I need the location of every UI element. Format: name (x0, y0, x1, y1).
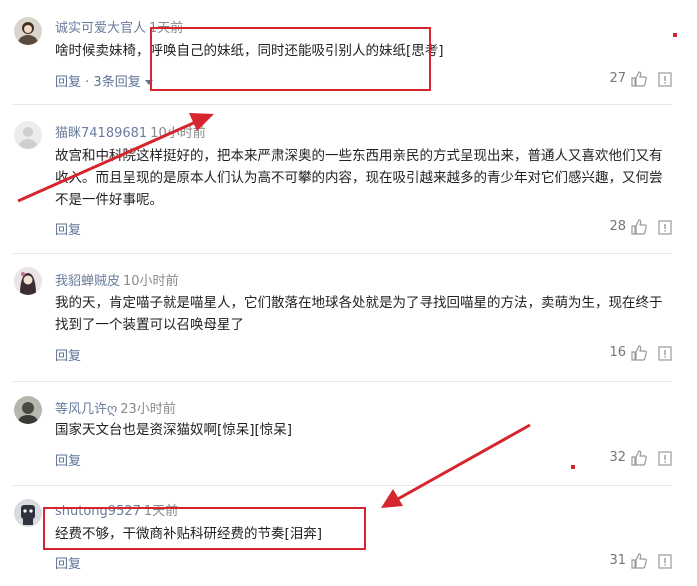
timestamp: 10小时前 (123, 274, 179, 289)
thumbs-up-icon[interactable] (630, 449, 648, 467)
highlight-box (150, 27, 431, 91)
comment-item: 猫眯74189681 10小时前 故宫和中科院这样挺好的，把本来严肃深奥的一些东西… (0, 105, 690, 253)
timestamp: 23小时前 (120, 402, 176, 417)
thumbs-up-icon[interactable] (630, 70, 648, 88)
like-count: 31 (609, 553, 626, 568)
reply-button[interactable]: 回复 (55, 345, 81, 364)
avatar[interactable] (14, 499, 42, 527)
username[interactable]: 等风几许ღ 23小时前 (55, 398, 176, 417)
like-widget: 28 (604, 218, 674, 238)
username-text[interactable]: 我貂蝉贼皮 (55, 274, 120, 289)
username-text[interactable]: 诚实可爱大官人 (55, 21, 146, 36)
like-count: 28 (609, 219, 626, 234)
like-count: 32 (609, 450, 626, 465)
reply-button[interactable]: 回复 (55, 219, 81, 238)
report-icon[interactable] (658, 451, 672, 466)
comment-item: 我貂蝉贼皮 10小时前 我的天，肯定喵子就是喵星人，它们散落在地球各处就是为了寻找… (0, 254, 690, 382)
timestamp: 10小时前 (150, 126, 206, 141)
replies-count[interactable]: · 3条回复 (85, 75, 141, 90)
view-replies-link[interactable]: · 3条回复 (85, 75, 153, 90)
comment-text: 国家天文台也是资深猫奴啊[惊呆][惊呆] (55, 422, 293, 438)
username[interactable]: 我貂蝉贼皮 10小时前 (55, 270, 179, 289)
reply-button[interactable]: 回复 · 3条回复 (55, 71, 153, 90)
highlight-box (43, 507, 366, 550)
like-widget: 16 (604, 344, 674, 364)
comment-item: 等风几许ღ 23小时前 国家天文台也是资深猫奴啊[惊呆][惊呆] 回复 32 (0, 382, 690, 485)
thumbs-up-icon[interactable] (630, 344, 648, 362)
username-text[interactable]: 猫眯74189681 (55, 126, 147, 141)
comment-text: 故宫和中科院这样挺好的，把本来严肃深奥的一些东西用亲民的方式呈现出来，普通人又喜… (55, 148, 663, 208)
like-widget: 32 (604, 449, 674, 469)
comment-text: 我的天，肯定喵子就是喵星人，它们散落在地球各处就是为了寻找回喵星的方法，卖萌为生… (55, 295, 663, 333)
reply-label[interactable]: 回复 (55, 75, 81, 90)
avatar[interactable] (14, 17, 42, 45)
username-text[interactable]: 等风几许ღ (55, 402, 117, 417)
reply-button[interactable]: 回复 (55, 450, 81, 469)
like-count: 16 (609, 345, 626, 360)
report-icon[interactable] (658, 72, 672, 87)
annotation-dot (571, 465, 575, 469)
username[interactable]: 猫眯74189681 10小时前 (55, 122, 206, 141)
avatar[interactable] (14, 121, 42, 149)
report-icon[interactable] (658, 346, 672, 361)
annotation-dot (673, 33, 677, 37)
thumbs-up-icon[interactable] (630, 218, 648, 236)
like-widget: 27 (604, 70, 674, 90)
avatar[interactable] (14, 396, 42, 424)
thumbs-up-icon[interactable] (630, 552, 648, 570)
reply-button[interactable]: 回复 (55, 553, 81, 572)
report-icon[interactable] (658, 220, 672, 235)
like-count: 27 (609, 71, 626, 86)
report-icon[interactable] (658, 554, 672, 569)
avatar[interactable] (14, 267, 42, 295)
like-widget: 31 (604, 552, 674, 572)
